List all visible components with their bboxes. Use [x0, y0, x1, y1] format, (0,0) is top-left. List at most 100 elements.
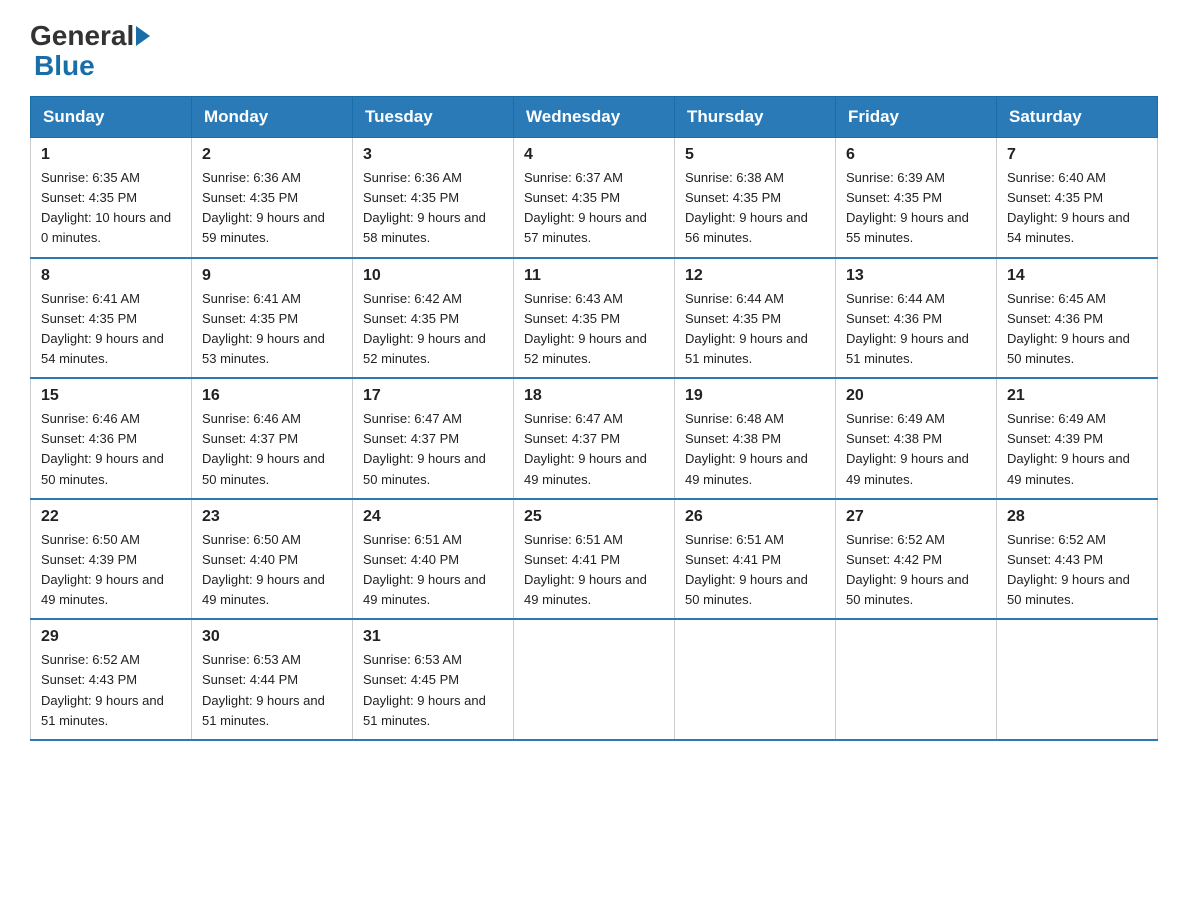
day-number: 8 [41, 267, 181, 285]
day-number: 9 [202, 267, 342, 285]
day-info: Sunrise: 6:53 AMSunset: 4:44 PMDaylight:… [202, 652, 325, 727]
logo-blue-text: Blue [34, 50, 95, 82]
calendar-cell: 21 Sunrise: 6:49 AMSunset: 4:39 PMDayligh… [997, 378, 1158, 499]
day-number: 27 [846, 508, 986, 526]
day-info: Sunrise: 6:41 AMSunset: 4:35 PMDaylight:… [202, 291, 325, 366]
day-info: Sunrise: 6:49 AMSunset: 4:38 PMDaylight:… [846, 411, 969, 486]
day-info: Sunrise: 6:40 AMSunset: 4:35 PMDaylight:… [1007, 170, 1130, 245]
day-number: 29 [41, 628, 181, 646]
day-number: 22 [41, 508, 181, 526]
calendar-cell: 22 Sunrise: 6:50 AMSunset: 4:39 PMDayligh… [31, 499, 192, 620]
day-number: 3 [363, 146, 503, 164]
calendar-cell: 11 Sunrise: 6:43 AMSunset: 4:35 PMDayligh… [514, 258, 675, 379]
calendar-cell: 9 Sunrise: 6:41 AMSunset: 4:35 PMDaylight… [192, 258, 353, 379]
day-number: 5 [685, 146, 825, 164]
day-number: 11 [524, 267, 664, 285]
logo-arrow-icon [136, 26, 150, 46]
day-info: Sunrise: 6:46 AMSunset: 4:36 PMDaylight:… [41, 411, 164, 486]
calendar-cell: 13 Sunrise: 6:44 AMSunset: 4:36 PMDayligh… [836, 258, 997, 379]
calendar-cell: 18Sunrise: 6:47 AMSunset: 4:37 PMDayligh… [514, 378, 675, 499]
day-number: 28 [1007, 508, 1147, 526]
calendar-cell: 25 Sunrise: 6:51 AMSunset: 4:41 PMDayligh… [514, 499, 675, 620]
calendar-cell: 14Sunrise: 6:45 AMSunset: 4:36 PMDayligh… [997, 258, 1158, 379]
header-monday: Monday [192, 97, 353, 138]
day-info: Sunrise: 6:53 AMSunset: 4:45 PMDaylight:… [363, 652, 486, 727]
day-number: 1 [41, 146, 181, 164]
header-thursday: Thursday [675, 97, 836, 138]
calendar-cell: 23Sunrise: 6:50 AMSunset: 4:40 PMDayligh… [192, 499, 353, 620]
day-info: Sunrise: 6:35 AMSunset: 4:35 PMDaylight:… [41, 170, 171, 245]
day-info: Sunrise: 6:36 AMSunset: 4:35 PMDaylight:… [202, 170, 325, 245]
calendar-week-row: 8 Sunrise: 6:41 AMSunset: 4:35 PMDaylight… [31, 258, 1158, 379]
calendar-cell: 24 Sunrise: 6:51 AMSunset: 4:40 PMDayligh… [353, 499, 514, 620]
calendar-cell [514, 619, 675, 740]
day-info: Sunrise: 6:42 AMSunset: 4:35 PMDaylight:… [363, 291, 486, 366]
day-info: Sunrise: 6:41 AMSunset: 4:35 PMDaylight:… [41, 291, 164, 366]
day-number: 30 [202, 628, 342, 646]
calendar-cell: 8 Sunrise: 6:41 AMSunset: 4:35 PMDaylight… [31, 258, 192, 379]
calendar-cell: 16 Sunrise: 6:46 AMSunset: 4:37 PMDayligh… [192, 378, 353, 499]
calendar-cell: 17 Sunrise: 6:47 AMSunset: 4:37 PMDayligh… [353, 378, 514, 499]
day-info: Sunrise: 6:39 AMSunset: 4:35 PMDaylight:… [846, 170, 969, 245]
day-info: Sunrise: 6:49 AMSunset: 4:39 PMDaylight:… [1007, 411, 1130, 486]
calendar-cell: 3 Sunrise: 6:36 AMSunset: 4:35 PMDaylight… [353, 138, 514, 258]
day-number: 4 [524, 146, 664, 164]
day-number: 10 [363, 267, 503, 285]
day-info: Sunrise: 6:46 AMSunset: 4:37 PMDaylight:… [202, 411, 325, 486]
calendar-cell [675, 619, 836, 740]
day-info: Sunrise: 6:37 AMSunset: 4:35 PMDaylight:… [524, 170, 647, 245]
day-number: 19 [685, 387, 825, 405]
calendar-cell: 28Sunrise: 6:52 AMSunset: 4:43 PMDayligh… [997, 499, 1158, 620]
day-number: 2 [202, 146, 342, 164]
calendar-cell: 29Sunrise: 6:52 AMSunset: 4:43 PMDayligh… [31, 619, 192, 740]
day-number: 31 [363, 628, 503, 646]
day-info: Sunrise: 6:48 AMSunset: 4:38 PMDaylight:… [685, 411, 808, 486]
calendar-table: SundayMondayTuesdayWednesdayThursdayFrid… [30, 96, 1158, 741]
day-info: Sunrise: 6:38 AMSunset: 4:35 PMDaylight:… [685, 170, 808, 245]
calendar-week-row: 29Sunrise: 6:52 AMSunset: 4:43 PMDayligh… [31, 619, 1158, 740]
logo-general-part: General [30, 20, 134, 52]
calendar-cell: 20 Sunrise: 6:49 AMSunset: 4:38 PMDayligh… [836, 378, 997, 499]
calendar-cell: 31 Sunrise: 6:53 AMSunset: 4:45 PMDayligh… [353, 619, 514, 740]
day-info: Sunrise: 6:44 AMSunset: 4:36 PMDaylight:… [846, 291, 969, 366]
day-info: Sunrise: 6:44 AMSunset: 4:35 PMDaylight:… [685, 291, 808, 366]
day-number: 7 [1007, 146, 1147, 164]
calendar-header-row: SundayMondayTuesdayWednesdayThursdayFrid… [31, 97, 1158, 138]
day-number: 17 [363, 387, 503, 405]
day-number: 18 [524, 387, 664, 405]
calendar-cell: 27Sunrise: 6:52 AMSunset: 4:42 PMDayligh… [836, 499, 997, 620]
header-sunday: Sunday [31, 97, 192, 138]
header-wednesday: Wednesday [514, 97, 675, 138]
day-number: 26 [685, 508, 825, 526]
calendar-cell: 15 Sunrise: 6:46 AMSunset: 4:36 PMDayligh… [31, 378, 192, 499]
calendar-cell: 7 Sunrise: 6:40 AMSunset: 4:35 PMDaylight… [997, 138, 1158, 258]
day-info: Sunrise: 6:36 AMSunset: 4:35 PMDaylight:… [363, 170, 486, 245]
day-info: Sunrise: 6:51 AMSunset: 4:41 PMDaylight:… [685, 532, 808, 607]
day-info: Sunrise: 6:51 AMSunset: 4:41 PMDaylight:… [524, 532, 647, 607]
day-number: 16 [202, 387, 342, 405]
day-info: Sunrise: 6:43 AMSunset: 4:35 PMDaylight:… [524, 291, 647, 366]
calendar-week-row: 22 Sunrise: 6:50 AMSunset: 4:39 PMDayligh… [31, 499, 1158, 620]
calendar-cell: 30 Sunrise: 6:53 AMSunset: 4:44 PMDayligh… [192, 619, 353, 740]
calendar-cell: 10 Sunrise: 6:42 AMSunset: 4:35 PMDayligh… [353, 258, 514, 379]
calendar-cell [836, 619, 997, 740]
day-number: 21 [1007, 387, 1147, 405]
day-info: Sunrise: 6:50 AMSunset: 4:39 PMDaylight:… [41, 532, 164, 607]
day-number: 14 [1007, 267, 1147, 285]
header-friday: Friday [836, 97, 997, 138]
day-info: Sunrise: 6:47 AMSunset: 4:37 PMDaylight:… [363, 411, 486, 486]
calendar-cell: 5 Sunrise: 6:38 AMSunset: 4:35 PMDaylight… [675, 138, 836, 258]
day-number: 13 [846, 267, 986, 285]
day-number: 15 [41, 387, 181, 405]
calendar-cell: 2 Sunrise: 6:36 AMSunset: 4:35 PMDaylight… [192, 138, 353, 258]
calendar-cell: 26 Sunrise: 6:51 AMSunset: 4:41 PMDayligh… [675, 499, 836, 620]
day-number: 25 [524, 508, 664, 526]
calendar-cell [997, 619, 1158, 740]
calendar-cell: 6Sunrise: 6:39 AMSunset: 4:35 PMDaylight… [836, 138, 997, 258]
calendar-cell: 19 Sunrise: 6:48 AMSunset: 4:38 PMDayligh… [675, 378, 836, 499]
calendar-cell: 12 Sunrise: 6:44 AMSunset: 4:35 PMDayligh… [675, 258, 836, 379]
day-info: Sunrise: 6:51 AMSunset: 4:40 PMDaylight:… [363, 532, 486, 607]
day-number: 20 [846, 387, 986, 405]
day-number: 24 [363, 508, 503, 526]
day-number: 12 [685, 267, 825, 285]
